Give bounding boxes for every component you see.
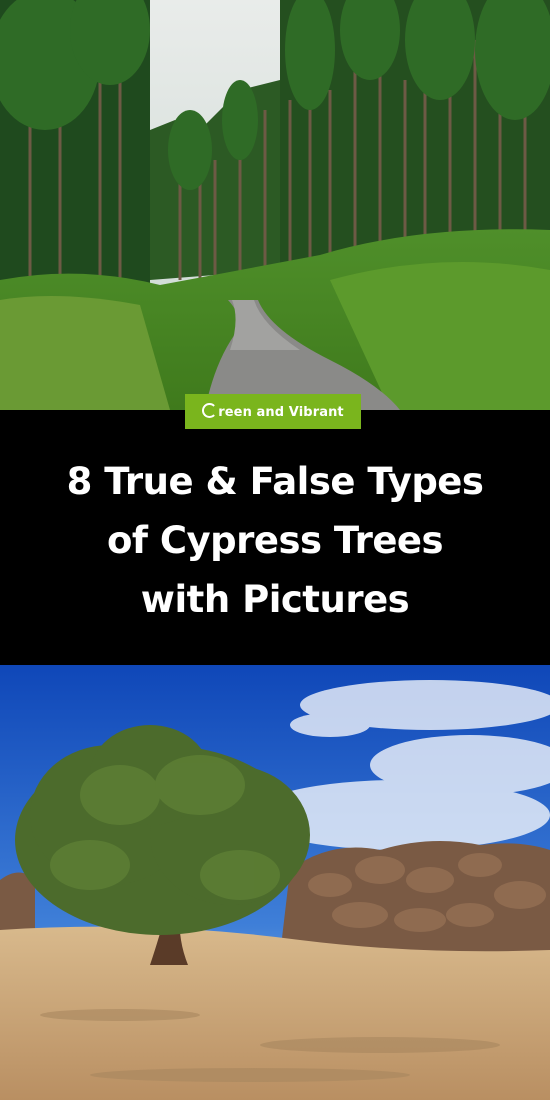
brand-label: reen and Vibrant <box>218 405 344 420</box>
desert-tree-photo <box>0 665 550 1100</box>
brand-name: reen and Vibrant <box>202 403 344 420</box>
page-title: 8 True & False Types of Cypress Trees wi… <box>0 452 550 629</box>
title-line-1: 8 True & False Types <box>66 460 484 503</box>
g-circle-icon <box>202 403 218 418</box>
brand-logo[interactable]: reen and Vibrant <box>185 394 361 429</box>
title-line-2: of Cypress Trees <box>106 519 444 562</box>
title-line-3: with Pictures <box>140 578 410 621</box>
forest-road-photo <box>0 0 550 410</box>
